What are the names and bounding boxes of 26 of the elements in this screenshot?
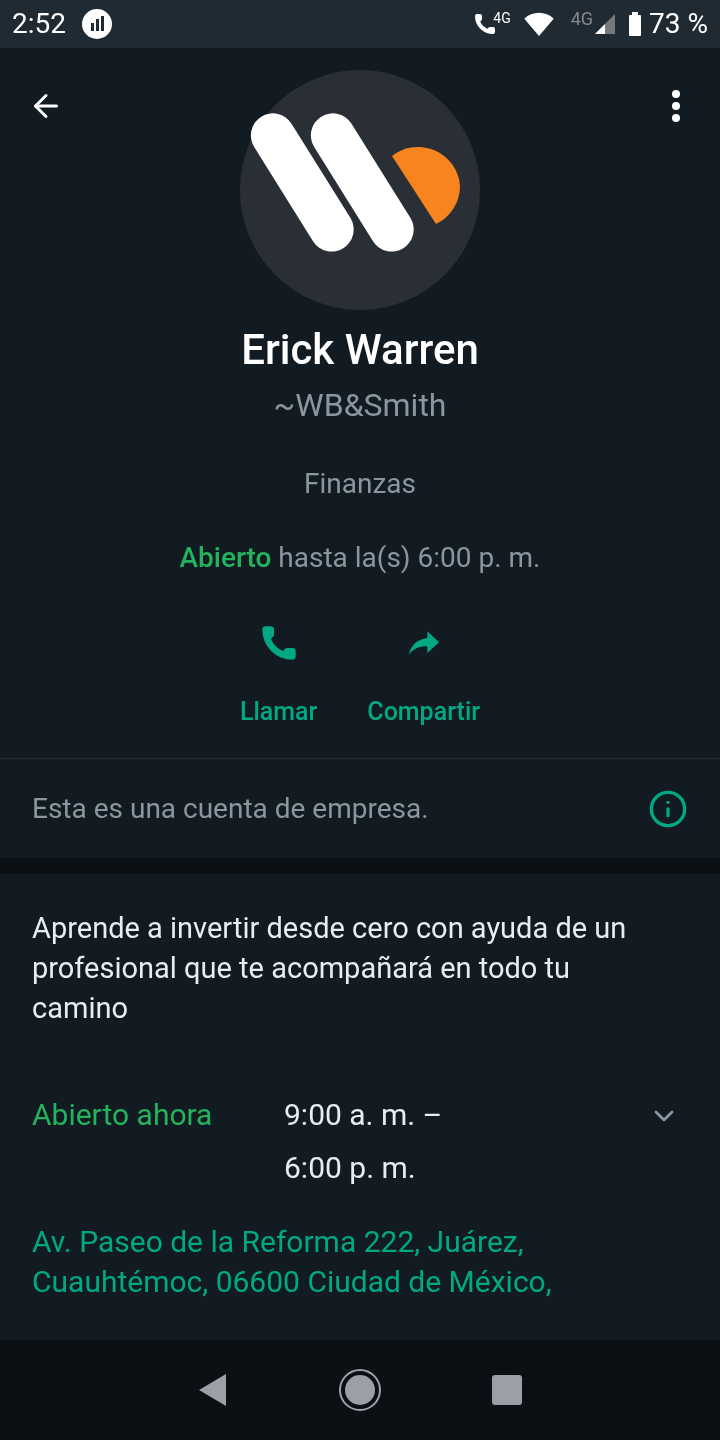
more-options-icon	[672, 90, 680, 122]
network-label: 4G	[570, 6, 594, 31]
battery-percent: 73 %	[649, 6, 708, 42]
address-line[interactable]: Cuauhtémoc, 06600 Ciudad de México,	[32, 1262, 688, 1302]
business-account-notice: Esta es una cuenta de empresa.	[32, 790, 429, 827]
cell-signal-icon	[593, 12, 618, 36]
address-line[interactable]: Av. Paseo de la Reforma 222, Juárez,	[32, 1222, 688, 1262]
status-time: 2:52	[12, 6, 66, 42]
signal-bars-icon	[82, 9, 112, 39]
call-button[interactable]: Llamar	[239, 622, 318, 730]
contact-name: Erick Warren	[241, 324, 479, 376]
hours-row[interactable]: Abierto ahora 9:00 a. m. – 6:00 p. m.	[32, 1088, 688, 1194]
back-triangle-icon[interactable]	[198, 1373, 228, 1407]
business-description: Aprende a invertir desde cero con ayuda de un profesional que te acompañará en todo tu camino	[32, 910, 628, 1027]
contact-handle: ~WB&Smith	[273, 384, 447, 426]
hours-range: 6:00 p. m.	[284, 1149, 417, 1187]
business-category: Finanzas	[304, 465, 416, 502]
network-label: 4G	[493, 8, 511, 28]
hours-range: 9:00 a. m. –	[284, 1096, 444, 1134]
home-circle-icon[interactable]	[338, 1368, 382, 1412]
battery-icon	[629, 10, 642, 38]
info-icon[interactable]	[648, 788, 688, 829]
open-now-status: Abierto ahora	[32, 1096, 214, 1134]
menu-button[interactable]	[672, 90, 680, 122]
business-hours-summary: Abierto hasta la(s) 6:00 p. m.	[179, 539, 541, 576]
share-button[interactable]: Compartir	[367, 622, 481, 730]
